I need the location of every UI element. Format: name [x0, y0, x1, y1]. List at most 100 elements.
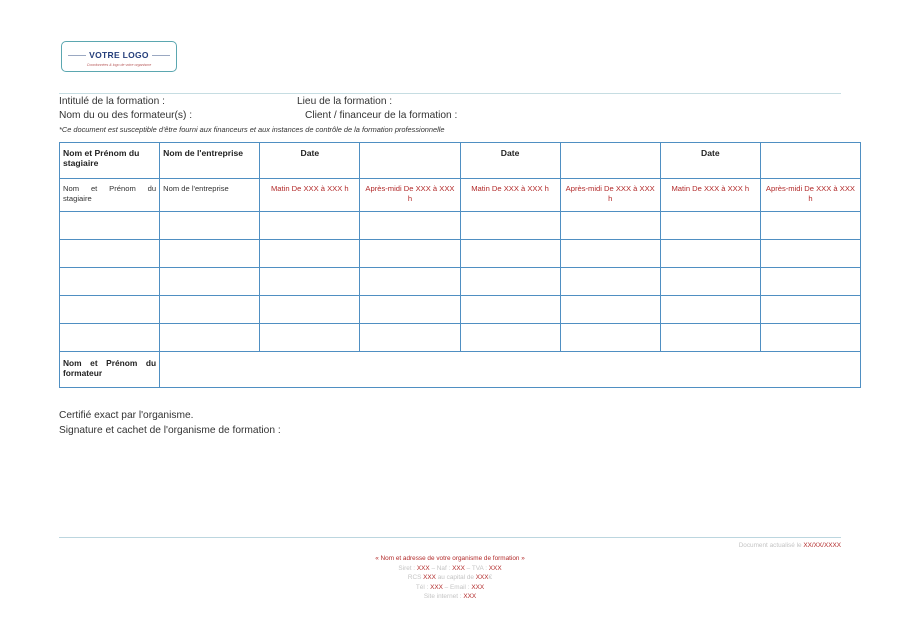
footer-site-line: Site internet : XXX	[0, 592, 900, 602]
sub-slot-morning-2: Matin De XXX à XXX h	[459, 178, 561, 212]
table-cell[interactable]	[359, 267, 461, 296]
trainers-label: Nom du ou des formateur(s) :	[59, 110, 193, 121]
table-cell[interactable]	[259, 267, 361, 296]
header-date-3: Date	[659, 142, 761, 179]
table-cell[interactable]	[459, 211, 561, 240]
tel-value: XXX	[430, 583, 443, 591]
tel-label: Tél :	[415, 583, 429, 591]
table-cell[interactable]	[559, 267, 661, 296]
table-cell[interactable]	[459, 323, 561, 352]
table-cell[interactable]	[459, 295, 561, 324]
logo-tagline: Coordonnées & logo de votre organisme	[86, 63, 152, 67]
table-cell[interactable]	[159, 323, 261, 352]
table-cell[interactable]	[259, 323, 361, 352]
tva-label: – TVA :	[466, 564, 488, 572]
capital-label: au capital de	[437, 574, 474, 582]
table-cell[interactable]	[659, 323, 761, 352]
table-cell[interactable]	[559, 323, 661, 352]
table-row	[58, 267, 862, 296]
table-header-row: Nom et Prénom du stagiaire Nom de l'entr…	[58, 142, 862, 179]
site-label: Site internet :	[423, 593, 462, 601]
logo-text: VOTRE LOGO	[89, 50, 149, 60]
rcs-value: XXX	[423, 574, 436, 582]
table-cell[interactable]	[559, 239, 661, 268]
table-row	[58, 323, 862, 352]
trainer-name-cell[interactable]	[159, 351, 861, 388]
sub-slot-afternoon-3: Après-midi De XXX à XXX h	[759, 178, 862, 212]
tva-value: XXX	[488, 564, 502, 572]
table-cell[interactable]	[359, 239, 461, 268]
trainer-name-label: Nom et Prénom du formateur	[58, 351, 161, 388]
updated-value: XX/XX/XXXX	[803, 542, 841, 549]
table-cell[interactable]	[159, 211, 261, 240]
siret-value: XXX	[416, 564, 430, 572]
header-empty-1	[359, 142, 461, 179]
site-value: XXX	[463, 593, 477, 601]
header-empty-2	[559, 142, 661, 179]
table-cell[interactable]	[659, 267, 761, 296]
table-cell[interactable]	[259, 239, 361, 268]
footer-info: « Nom et adresse de votre organisme de f…	[0, 554, 900, 602]
table-cell[interactable]	[359, 295, 461, 324]
table-cell[interactable]	[559, 211, 661, 240]
table-cell[interactable]	[259, 295, 361, 324]
table-row	[58, 295, 862, 324]
certification-line: Certifié exact par l'organisme.	[59, 410, 194, 421]
table-cell[interactable]	[659, 211, 761, 240]
footer-legal-line: Siret : XXX – Naf : XXX – TVA : XXX	[0, 564, 900, 574]
table-cell[interactable]	[259, 211, 361, 240]
header-trainee-name: Nom et Prénom du stagiaire	[58, 142, 161, 179]
header-date-1: Date	[259, 142, 361, 179]
table-cell[interactable]	[58, 267, 161, 296]
sub-company: Nom de l'entreprise	[159, 178, 261, 212]
email-value: XXX	[471, 583, 485, 591]
document-updated: Document actualisé le XX/XX/XXXX	[739, 542, 841, 549]
header-date-2: Date	[459, 142, 561, 179]
client-label: Client / financeur de la formation :	[305, 110, 458, 121]
organization-logo: VOTRE LOGO Coordonnées & logo de votre o…	[61, 41, 177, 72]
table-cell[interactable]	[559, 295, 661, 324]
logo-line-left	[68, 55, 87, 56]
logo-line-right	[151, 55, 170, 56]
table-cell[interactable]	[159, 239, 261, 268]
naf-label: – Naf :	[431, 564, 451, 572]
table-cell[interactable]	[659, 239, 761, 268]
signature-line: Signature et cachet de l'organisme de fo…	[59, 425, 281, 436]
disclaimer-note: *Ce document est susceptible d'être four…	[59, 125, 445, 134]
table-cell[interactable]	[58, 239, 161, 268]
table-cell[interactable]	[459, 239, 561, 268]
table-cell[interactable]	[759, 267, 862, 296]
sub-slot-morning-1: Matin De XXX à XXX h	[259, 178, 361, 212]
table-cell[interactable]	[459, 267, 561, 296]
table-cell[interactable]	[759, 323, 862, 352]
trainer-row: Nom et Prénom du formateur	[58, 351, 861, 388]
table-cell[interactable]	[359, 323, 461, 352]
naf-value: XXX	[452, 564, 465, 572]
rcs-label: RCS	[407, 574, 422, 582]
table-cell[interactable]	[659, 295, 761, 324]
table-subheader-row: Nom et Prénom du stagiaire Nom de l'entr…	[58, 178, 862, 212]
sub-slot-morning-3: Matin De XXX à XXX h	[659, 178, 761, 212]
updated-label: Document actualisé le	[738, 542, 802, 549]
table-cell[interactable]	[58, 323, 161, 352]
header-empty-3	[759, 142, 862, 179]
table-cell[interactable]	[159, 267, 261, 296]
sub-slot-afternoon-1: Après-midi De XXX à XXX h	[359, 178, 461, 212]
training-title-label: Intitulé de la formation :	[59, 96, 165, 107]
table-cell[interactable]	[58, 295, 161, 324]
header-divider	[59, 93, 841, 94]
attendance-table: Nom et Prénom du stagiaire Nom de l'entr…	[58, 142, 862, 388]
training-location-label: Lieu de la formation :	[297, 96, 393, 107]
table-cell[interactable]	[159, 295, 261, 324]
table-row	[58, 239, 862, 268]
sub-slot-afternoon-2: Après-midi De XXX à XXX h	[559, 178, 661, 212]
table-cell[interactable]	[759, 239, 862, 268]
footer-org-line: « Nom et adresse de votre organisme de f…	[375, 555, 525, 562]
footer-divider	[59, 537, 841, 538]
table-cell[interactable]	[359, 211, 461, 240]
sub-trainee-name: Nom et Prénom du stagiaire	[58, 178, 161, 212]
table-cell[interactable]	[58, 211, 161, 240]
email-label: – Email :	[444, 583, 470, 591]
table-cell[interactable]	[759, 295, 862, 324]
table-cell[interactable]	[759, 211, 862, 240]
